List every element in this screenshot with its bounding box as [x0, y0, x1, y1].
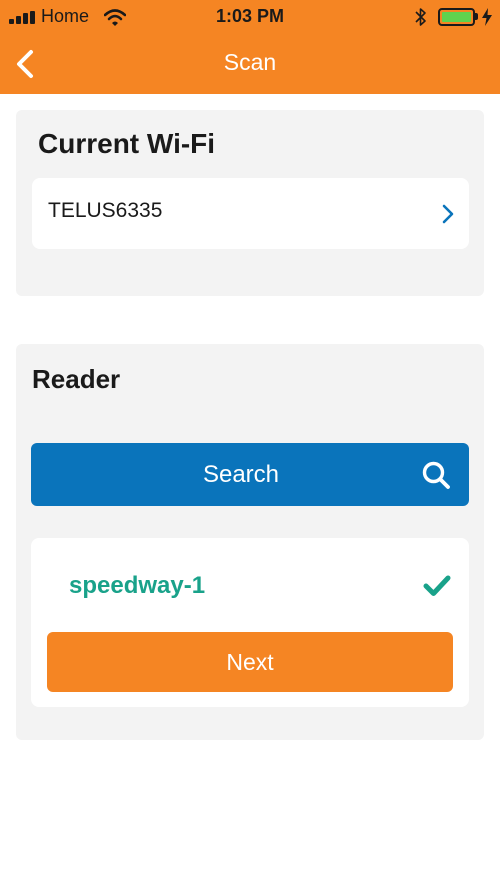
chevron-right-icon — [442, 204, 454, 224]
reader-list-item: speedway-1 Next — [31, 538, 469, 707]
checkmark-icon — [423, 575, 451, 596]
search-icon — [422, 461, 450, 489]
search-button-label: Search — [202, 461, 280, 488]
reader-title: Reader — [32, 364, 121, 394]
bluetooth-icon — [415, 8, 426, 26]
next-button-label: Next — [226, 649, 274, 675]
wifi-network-name: TELUS6335 — [48, 199, 163, 222]
app-header: Home 1:03 PM Scan — [0, 0, 500, 94]
battery-level — [442, 12, 471, 22]
wifi-network-row[interactable]: TELUS6335 — [32, 178, 469, 249]
battery-icon — [438, 8, 475, 26]
battery-cap — [475, 13, 478, 20]
current-wifi-title: Current Wi-Fi — [38, 128, 216, 159]
reader-card: Reader Search speedway-1 Next — [16, 344, 484, 740]
next-button[interactable]: Next — [47, 632, 453, 692]
search-button[interactable]: Search — [31, 443, 469, 506]
charging-bolt-icon — [482, 8, 492, 26]
page-title: Scan — [223, 49, 277, 75]
status-bar: Home 1:03 PM — [0, 0, 500, 34]
reader-device-name[interactable]: speedway-1 — [69, 572, 205, 600]
current-wifi-card: Current Wi-Fi TELUS6335 — [16, 110, 484, 296]
